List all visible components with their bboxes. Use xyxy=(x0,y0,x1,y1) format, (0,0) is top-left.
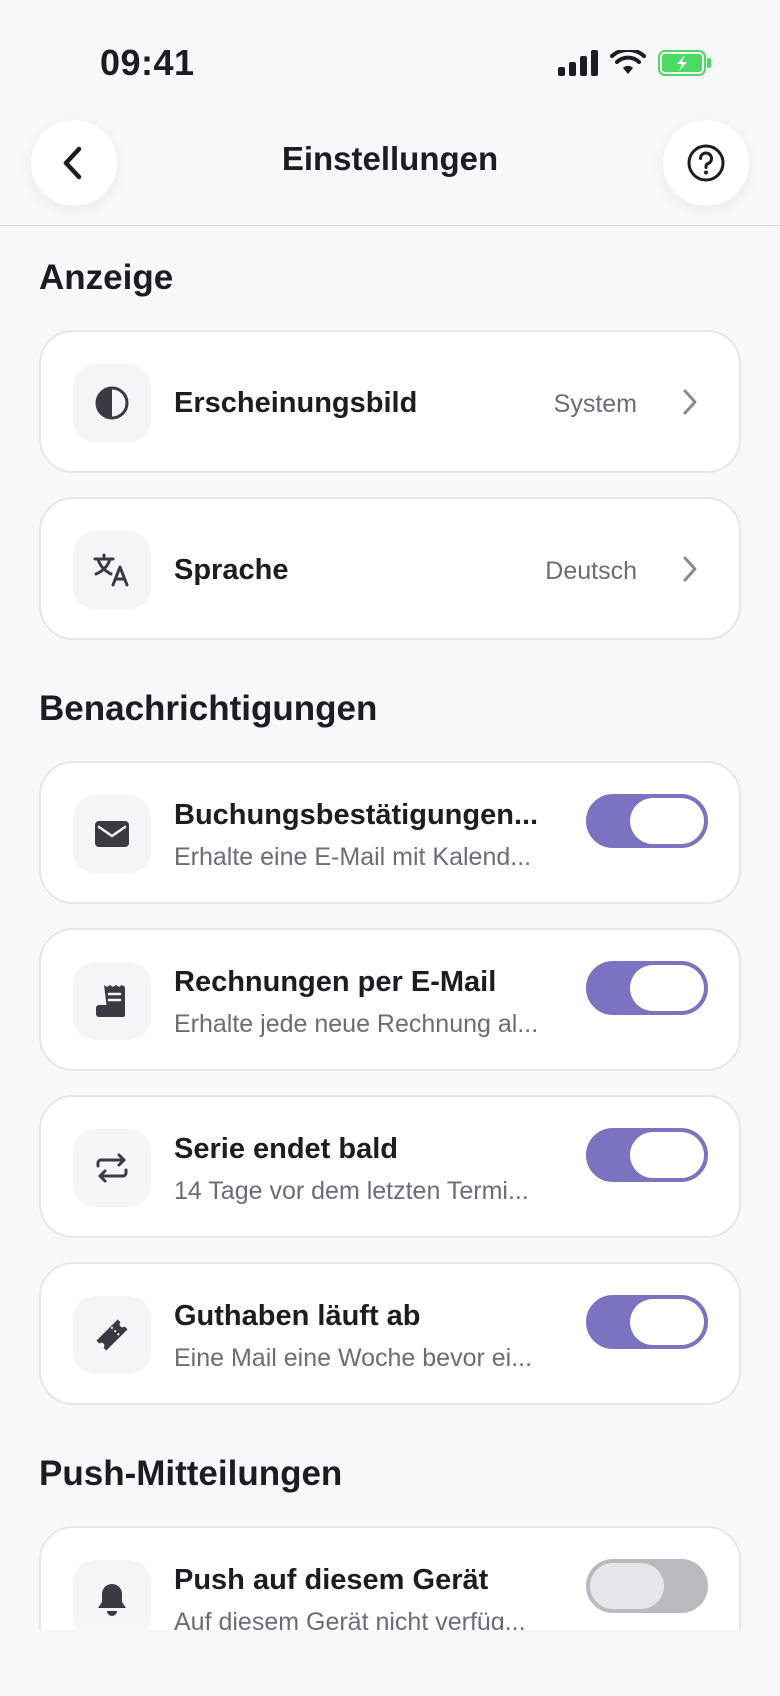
header: Einstellungen xyxy=(0,120,780,226)
status-bar: 09:41 xyxy=(0,0,780,120)
repeat-icon xyxy=(96,1153,128,1183)
bell-icon xyxy=(98,1584,126,1616)
row-label: Serie endet bald xyxy=(174,1133,399,1165)
row-label: Push auf diesem Gerät xyxy=(174,1564,489,1596)
receipt-icon xyxy=(96,985,125,1017)
row-label: Rechnungen per E-Mail xyxy=(174,966,497,998)
chevron-right-icon xyxy=(683,389,697,415)
settings-content[interactable]: Anzeige Erscheinungsbild System Sprache xyxy=(0,226,780,1630)
settings-row-credit-expiring[interactable]: Guthaben läuft ab Eine Mail eine Woche b… xyxy=(39,1262,741,1405)
toggle-switch[interactable] xyxy=(586,794,708,848)
translate-icon xyxy=(93,553,129,587)
icon-box xyxy=(73,1129,151,1207)
section-title-display: Anzeige xyxy=(39,258,174,297)
row-label: Erscheinungsbild xyxy=(174,387,418,419)
section-title-push: Push-Mitteilungen xyxy=(39,1454,343,1493)
toggle-knob xyxy=(630,965,704,1011)
settings-row-booking-confirmations[interactable]: Buchungsbestätigungen... Erhalte eine E-… xyxy=(39,761,741,904)
toggle-knob xyxy=(630,798,704,844)
row-value: System xyxy=(553,390,637,418)
status-time: 09:41 xyxy=(100,42,195,83)
row-subtitle: Eine Mail eine Woche bevor ei... xyxy=(174,1344,533,1372)
help-circle-icon xyxy=(687,144,725,182)
toggle-knob xyxy=(590,1563,664,1609)
wifi-icon xyxy=(610,50,646,74)
icon-box xyxy=(73,364,151,442)
ticket-icon xyxy=(96,1319,128,1351)
toggle-knob xyxy=(630,1132,704,1178)
toggle-switch[interactable] xyxy=(586,1128,708,1182)
icon-box xyxy=(73,962,151,1040)
section-title-notifications: Benachrichtigungen xyxy=(39,689,378,728)
settings-row-series-ending[interactable]: Serie endet bald 14 Tage vor dem letzten… xyxy=(39,1095,741,1238)
bottom-safe-area xyxy=(0,1630,780,1696)
row-label: Buchungsbestätigungen... xyxy=(174,799,539,831)
mail-icon xyxy=(95,821,129,847)
row-subtitle: 14 Tage vor dem letzten Termi... xyxy=(174,1177,529,1205)
row-subtitle: Erhalte jede neue Rechnung al... xyxy=(174,1010,539,1038)
settings-row-invoices-email[interactable]: Rechnungen per E-Mail Erhalte jede neue … xyxy=(39,928,741,1071)
toggle-switch[interactable] xyxy=(586,961,708,1015)
icon-box xyxy=(73,1560,151,1630)
icon-box xyxy=(73,531,151,609)
settings-row-language[interactable]: Sprache Deutsch xyxy=(39,497,741,640)
battery-charging-icon xyxy=(658,50,711,76)
toggle-switch[interactable] xyxy=(586,1295,708,1349)
icon-box xyxy=(73,795,151,873)
toggle-knob xyxy=(630,1299,704,1345)
chevron-right-icon xyxy=(683,556,697,582)
row-subtitle: Auf diesem Gerät nicht verfüg... xyxy=(174,1608,526,1630)
row-value: Deutsch xyxy=(545,557,637,585)
row-label: Guthaben läuft ab xyxy=(174,1300,421,1332)
toggle-switch[interactable] xyxy=(586,1559,708,1613)
row-label: Sprache xyxy=(174,554,289,586)
settings-row-push-device[interactable]: Push auf diesem Gerät Auf diesem Gerät n… xyxy=(39,1526,741,1630)
settings-row-appearance[interactable]: Erscheinungsbild System xyxy=(39,330,741,473)
contrast-icon xyxy=(95,386,129,420)
status-icons xyxy=(558,50,712,76)
icon-box xyxy=(73,1296,151,1374)
row-subtitle: Erhalte eine E-Mail mit Kalend... xyxy=(174,843,532,871)
cellular-signal-icon xyxy=(558,50,598,76)
help-button[interactable] xyxy=(663,120,749,206)
